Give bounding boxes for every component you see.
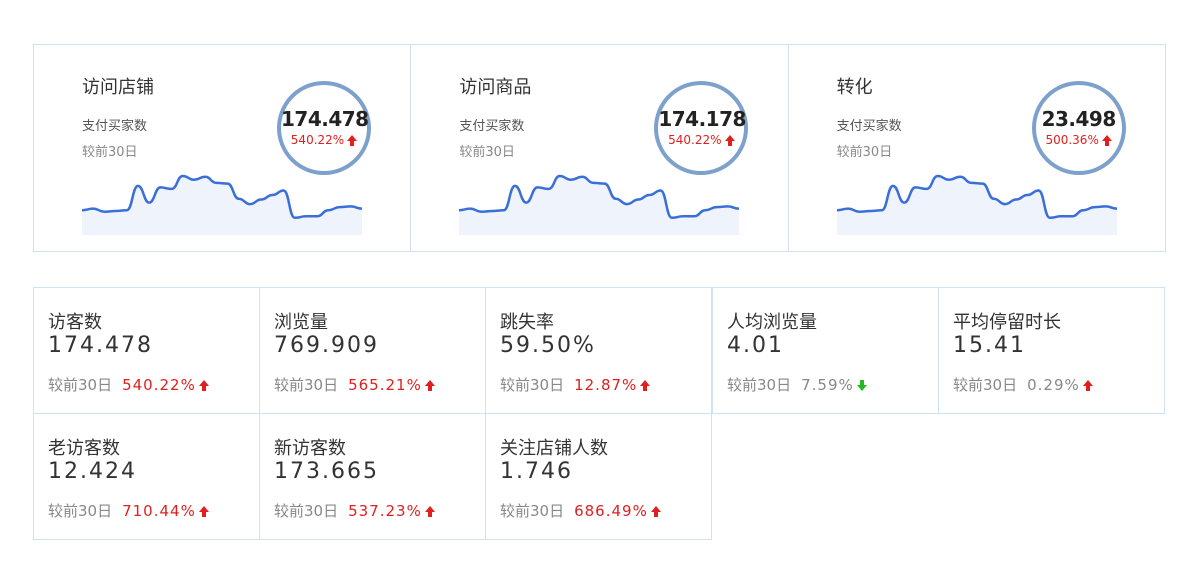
metric-name: 人均浏览量 bbox=[727, 312, 817, 333]
sparkline-area bbox=[82, 176, 362, 235]
sparkline-area bbox=[459, 176, 740, 235]
card-change: 540.22% bbox=[658, 133, 744, 147]
metrics-grid: 访客数 174.478 较前30日 540.22% 浏览量 769.909 较前3… bbox=[33, 287, 1166, 541]
metric-value: 15.41 bbox=[953, 333, 1026, 358]
metric-new-visitors[interactable]: 新访客数 173.665 较前30日 537.23% bbox=[259, 413, 486, 540]
metric-compare: 较前30日 0.29% bbox=[953, 374, 1093, 395]
metric-avg-duration[interactable]: 平均停留时长 15.41 较前30日 0.29% bbox=[938, 287, 1165, 414]
card-visit-product[interactable]: 访问商品 支付买家数 较前30日 174.178 540.22% bbox=[410, 45, 787, 251]
card-change: 540.22% bbox=[281, 133, 367, 147]
down-arrow-icon bbox=[856, 380, 867, 391]
metric-value: 1.746 bbox=[500, 459, 573, 484]
metric-name: 平均停留时长 bbox=[953, 312, 1061, 333]
metric-compare: 较前30日 537.23% bbox=[274, 500, 435, 521]
card-change: 500.36% bbox=[1036, 133, 1122, 147]
metric-change: 565.21% bbox=[348, 376, 422, 394]
metric-change: 7.59% bbox=[801, 376, 854, 394]
metric-value: 59.50% bbox=[500, 333, 596, 358]
card-subtitle: 支付买家数 bbox=[459, 119, 525, 134]
up-arrow-icon bbox=[724, 135, 735, 146]
metric-value: 769.909 bbox=[274, 333, 379, 358]
metric-avg-pageviews[interactable]: 人均浏览量 4.01 较前30日 7.59% bbox=[712, 287, 939, 414]
up-arrow-icon bbox=[650, 506, 661, 517]
metric-compare: 较前30日 565.21% bbox=[274, 374, 435, 395]
up-arrow-icon bbox=[424, 506, 435, 517]
metric-compare: 较前30日 710.44% bbox=[48, 500, 209, 521]
metric-change: 0.29% bbox=[1027, 376, 1080, 394]
metric-name: 访客数 bbox=[48, 312, 102, 333]
metric-value: 4.01 bbox=[727, 333, 784, 358]
up-arrow-icon bbox=[640, 380, 651, 391]
card-title: 访问商品 bbox=[459, 77, 532, 98]
metric-store-followers[interactable]: 关注店铺人数 1.746 较前30日 686.49% bbox=[485, 413, 712, 540]
value-circle: 174.178 540.22% bbox=[654, 81, 749, 175]
metric-pageviews[interactable]: 浏览量 769.909 较前30日 565.21% bbox=[259, 287, 486, 414]
up-arrow-icon bbox=[198, 506, 209, 517]
value-circle: 174.478 540.22% bbox=[277, 81, 371, 175]
card-conversion[interactable]: 转化 支付买家数 较前30日 23.498 500.36% bbox=[787, 45, 1165, 251]
card-value: 174.178 bbox=[658, 107, 746, 131]
metric-name: 跳失率 bbox=[500, 312, 554, 333]
up-arrow-icon bbox=[1082, 380, 1093, 391]
card-value: 23.498 bbox=[1041, 107, 1117, 131]
up-arrow-icon bbox=[347, 135, 358, 146]
card-title: 访问店铺 bbox=[82, 77, 154, 98]
up-arrow-icon bbox=[198, 380, 209, 391]
metric-change: 537.23% bbox=[348, 502, 422, 520]
sparkline-area bbox=[836, 176, 1117, 235]
metric-change: 686.49% bbox=[574, 502, 648, 520]
metric-compare: 较前30日 686.49% bbox=[500, 500, 661, 521]
up-arrow-icon bbox=[424, 380, 435, 391]
metric-value: 12.424 bbox=[48, 459, 137, 484]
metric-returning-visitors[interactable]: 老访客数 12.424 较前30日 710.44% bbox=[33, 413, 260, 540]
up-arrow-icon bbox=[1101, 135, 1112, 146]
value-circle: 23.498 500.36% bbox=[1031, 81, 1126, 175]
metric-compare: 较前30日 12.87% bbox=[500, 374, 651, 395]
metric-value: 173.665 bbox=[274, 459, 379, 484]
card-title: 转化 bbox=[836, 77, 873, 98]
metric-value: 174.478 bbox=[48, 333, 153, 358]
metric-name: 关注店铺人数 bbox=[500, 438, 608, 459]
card-value: 174.478 bbox=[281, 107, 369, 131]
metric-visitors[interactable]: 访客数 174.478 较前30日 540.22% bbox=[33, 287, 260, 414]
card-visit-store[interactable]: 访问店铺 支付买家数 较前30日 174.478 540.22% bbox=[34, 45, 410, 251]
metric-bounce-rate[interactable]: 跳失率 59.50% 较前30日 12.87% bbox=[485, 287, 712, 414]
metric-change: 12.87% bbox=[574, 376, 638, 394]
card-subtitle: 支付买家数 bbox=[836, 119, 902, 134]
metric-name: 浏览量 bbox=[274, 312, 328, 333]
metric-compare: 较前30日 540.22% bbox=[48, 374, 209, 395]
metric-change: 540.22% bbox=[122, 376, 196, 394]
metric-change: 710.44% bbox=[122, 502, 196, 520]
overview-cards: 访问店铺 支付买家数 较前30日 174.478 540.22% 访问商品 支付… bbox=[33, 44, 1166, 252]
metric-name: 老访客数 bbox=[48, 438, 120, 459]
metric-compare: 较前30日 7.59% bbox=[727, 374, 867, 395]
metric-name: 新访客数 bbox=[274, 438, 346, 459]
card-subtitle: 支付买家数 bbox=[82, 119, 148, 134]
